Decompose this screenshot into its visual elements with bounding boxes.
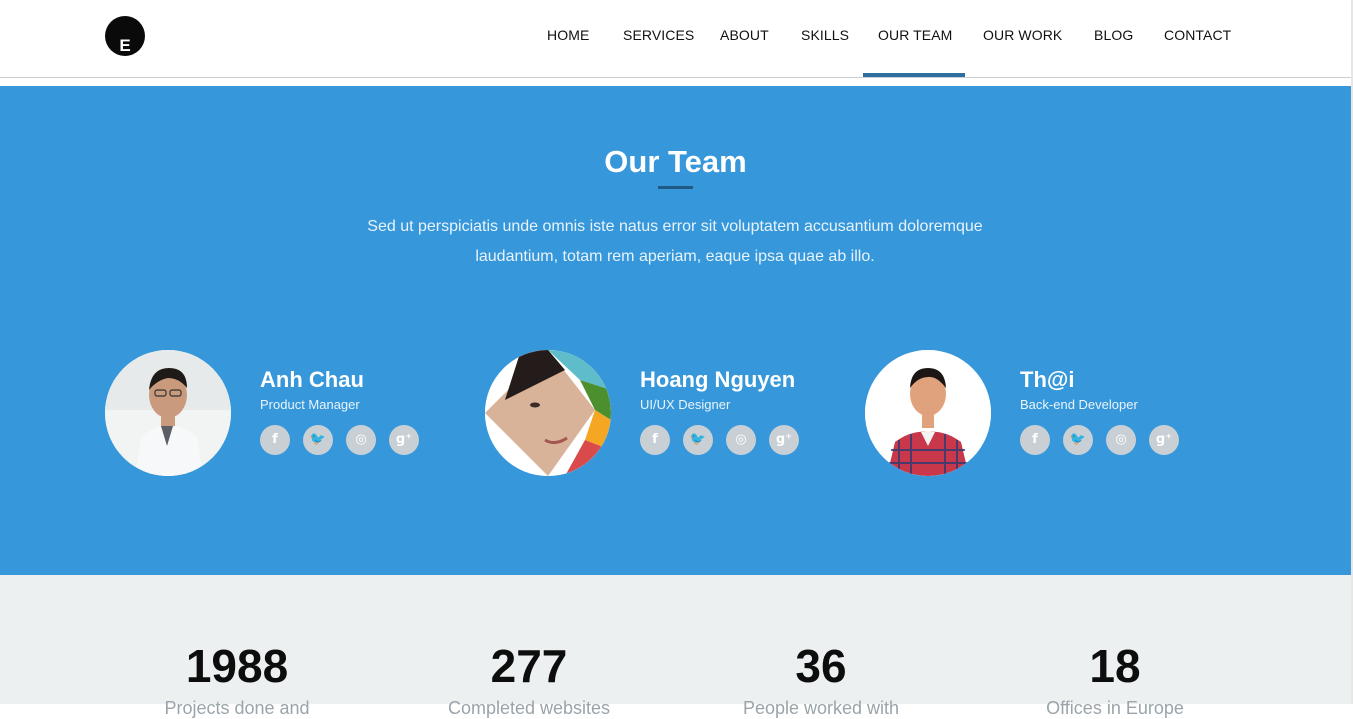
nav-about[interactable]: ABOUT — [720, 27, 769, 43]
twitter-icon[interactable]: 🐦 — [303, 425, 333, 455]
stat-label: Offices in Europe — [1046, 698, 1184, 718]
navbar: E HOME SERVICES ABOUT SKILLS OUR TEAM OU… — [0, 0, 1353, 78]
stat-item: 36 People worked with — [681, 637, 961, 719]
stats-section: 1988 Projects done and 277 Completed web… — [0, 575, 1351, 718]
stat-item: 277 Completed websites — [389, 637, 669, 719]
logo[interactable]: E — [105, 16, 145, 56]
stat-item: 18 Offices in Europe — [975, 637, 1255, 719]
nav-our-work[interactable]: OUR WORK — [983, 27, 1062, 43]
team-member-card: Th@i Back-end Developer f 🐦 ◎ g⁺ — [865, 350, 1205, 480]
facebook-icon[interactable]: f — [260, 425, 290, 455]
member-role: Back-end Developer — [1020, 397, 1138, 412]
avatar — [865, 350, 991, 476]
social-links: f 🐦 ◎ g⁺ — [640, 425, 820, 455]
nav-contact[interactable]: CONTACT — [1164, 27, 1231, 43]
facebook-icon[interactable]: f — [640, 425, 670, 455]
section-title: Our Team — [604, 144, 747, 179]
social-links: f 🐦 ◎ g⁺ — [260, 425, 440, 455]
stat-number: 36 — [795, 640, 847, 692]
dribbble-icon[interactable]: ◎ — [346, 425, 376, 455]
logo-letter: E — [119, 36, 131, 55]
section-description: Sed ut perspiciatis unde omnis iste natu… — [367, 218, 983, 265]
title-underline — [658, 186, 693, 189]
stat-label: Projects done and — [164, 698, 310, 718]
member-name: Anh Chau — [260, 367, 364, 392]
facebook-icon[interactable]: f — [1020, 425, 1050, 455]
stat-label: People worked with — [742, 698, 900, 718]
member-name: Hoang Nguyen — [640, 367, 796, 392]
nav-home[interactable]: HOME — [547, 27, 589, 43]
dribbble-icon[interactable]: ◎ — [1106, 425, 1136, 455]
team-section: Our Team Sed ut perspiciatis unde omnis … — [0, 86, 1351, 575]
stat-label: Completed websites — [447, 698, 611, 718]
member-role: UI/UX Designer — [640, 397, 731, 412]
nav-services[interactable]: SERVICES — [623, 27, 694, 43]
member-name: Th@i — [1020, 367, 1075, 392]
nav-blog[interactable]: BLOG — [1094, 27, 1133, 43]
nav-skills[interactable]: SKILLS — [801, 27, 849, 43]
team-member-card: Hoang Nguyen UI/UX Designer f 🐦 ◎ g⁺ — [485, 350, 825, 480]
google-plus-icon[interactable]: g⁺ — [769, 425, 799, 455]
nav-our-team[interactable]: OUR TEAM — [878, 27, 952, 43]
twitter-icon[interactable]: 🐦 — [683, 425, 713, 455]
twitter-icon[interactable]: 🐦 — [1063, 425, 1093, 455]
team-member-card: Anh Chau Product Manager f 🐦 ◎ g⁺ — [105, 350, 445, 480]
google-plus-icon[interactable]: g⁺ — [1149, 425, 1179, 455]
stat-number: 18 — [1089, 640, 1141, 692]
social-links: f 🐦 ◎ g⁺ — [1020, 425, 1200, 455]
avatar — [105, 350, 231, 476]
google-plus-icon[interactable]: g⁺ — [389, 425, 419, 455]
avatar — [485, 350, 611, 476]
nav-active-indicator — [863, 73, 965, 77]
member-role: Product Manager — [260, 397, 360, 412]
stat-number: 277 — [490, 640, 568, 692]
dribbble-icon[interactable]: ◎ — [726, 425, 756, 455]
stat-item: 1988 Projects done and — [97, 637, 377, 719]
stat-number: 1988 — [185, 640, 289, 692]
